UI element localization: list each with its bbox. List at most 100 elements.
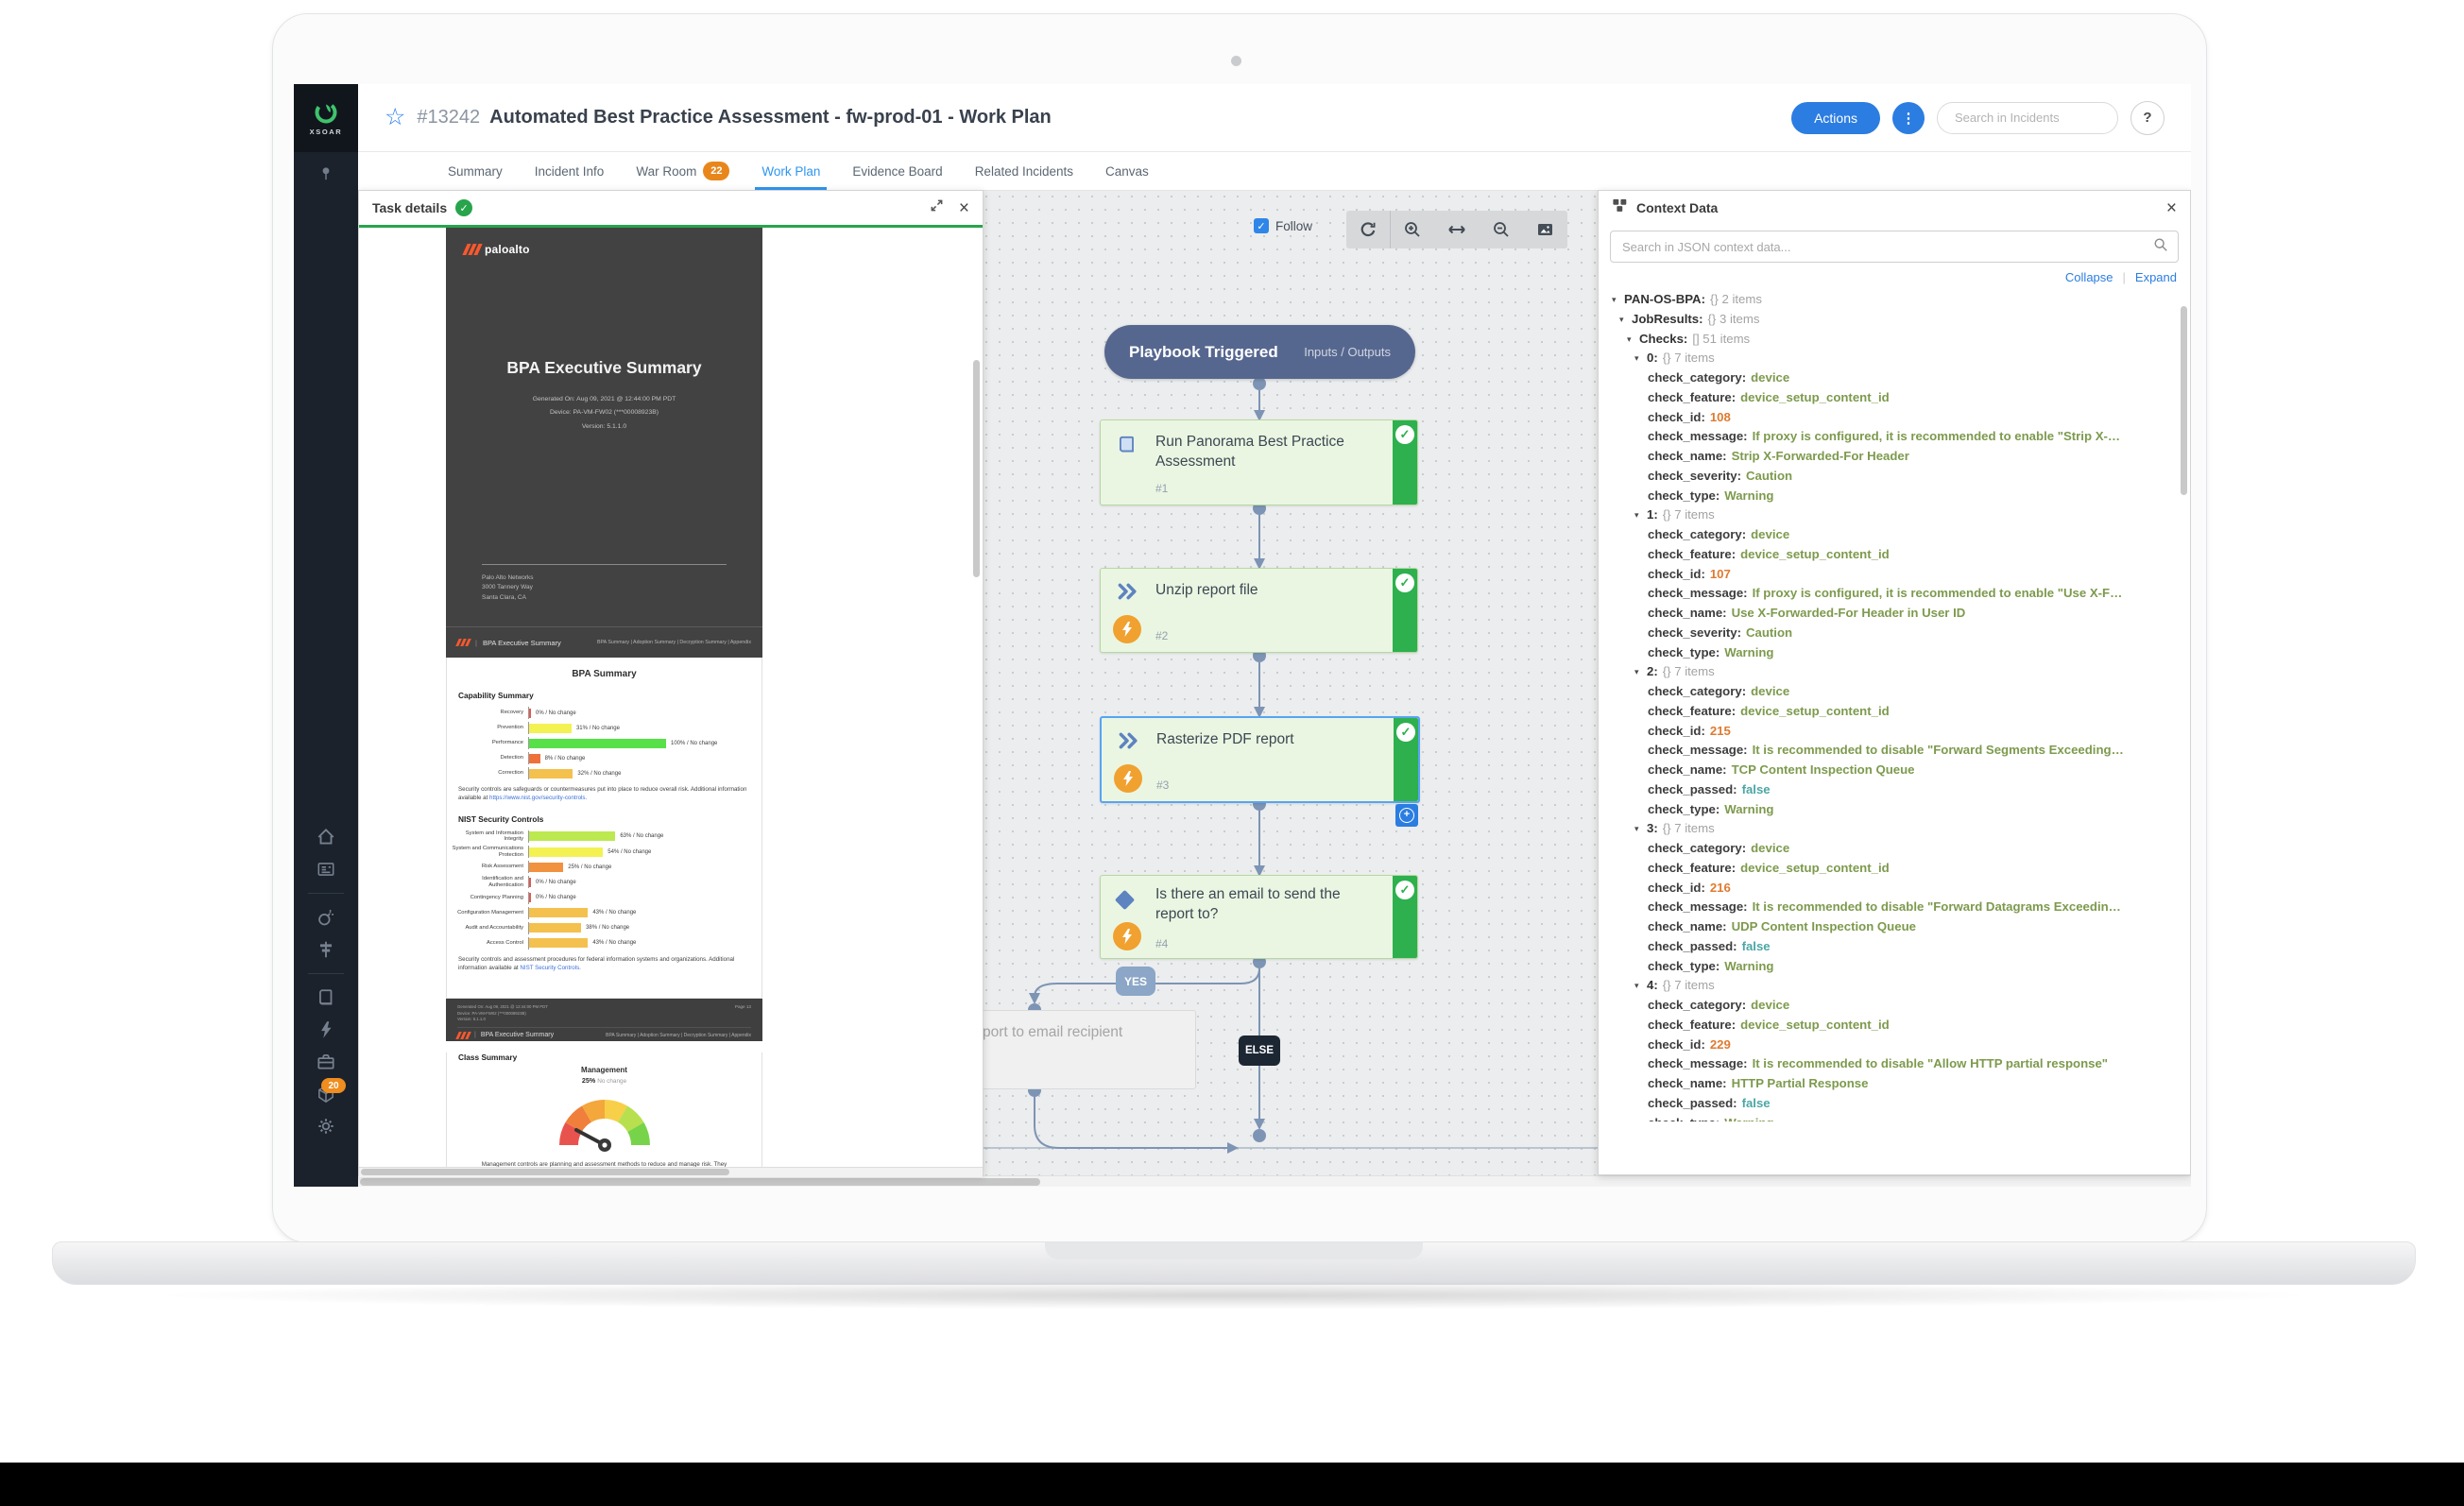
tree-field: check_feature: device_setup_content_id [1648,1017,1890,1032]
expand-link[interactable]: Expand [2135,270,2177,284]
more-menu-button[interactable]: ⋮ [1892,101,1925,134]
branch-label-else[interactable]: ELSE [1239,1035,1280,1066]
follow-toggle[interactable]: ✓ Follow [1254,218,1312,233]
tab-summary[interactable]: Summary [432,152,519,190]
bar-row: Risk Assessment 25% / No change [447,861,761,874]
tab-work-plan[interactable]: Work Plan [745,152,836,190]
sidebar-incidents-bomb-icon[interactable] [316,907,336,928]
bar-row: System and Information Integrity 63% / No… [447,830,761,843]
context-search-input[interactable] [1620,238,2153,255]
sidebar-home-icon[interactable] [316,827,336,847]
sidebar-threat-signpost-icon[interactable] [316,939,336,960]
search-input[interactable] [1953,110,2102,126]
help-button[interactable]: ? [2130,100,2165,135]
tab-related-incidents[interactable]: Related Incidents [959,152,1089,190]
zoom-out-icon[interactable] [1480,211,1524,248]
capability-link[interactable]: https://www.nist.gov/security-controls. [489,795,587,801]
tree-field: check_category: device [1648,841,1790,855]
tree-node[interactable]: ▾ Checks:[] 51 items [1599,330,2190,350]
condition-node-4[interactable]: Is there an email to send the report to?… [1100,875,1418,959]
sidebar-dashboard-icon[interactable] [316,859,336,880]
chevrons-icon [1117,732,1138,754]
task-node-1[interactable]: Run Panorama Best Practice Assessment #1… [1100,419,1418,505]
completed-check-icon: ✓ [1395,573,1414,592]
completed-check-icon: ✓ [1396,723,1415,742]
trigger-inputs-outputs-link[interactable]: Inputs / Outputs [1304,345,1391,359]
xsoar-logo[interactable]: XSOAR [294,84,358,152]
sidebar-divider [308,973,344,974]
tab-incident-info[interactable]: Incident Info [519,152,621,190]
task-node-2[interactable]: Unzip report file #2 ✓ [1100,568,1418,653]
task-number: #2 [1155,629,1169,642]
add-task-badge[interactable]: + [1395,804,1418,827]
panel-title: Context Data [1636,200,1719,215]
tree-node[interactable]: ▾ JobResults:{} 3 items [1599,310,2190,330]
follow-checkbox[interactable]: ✓ [1254,218,1269,233]
zoom-in-icon[interactable] [1391,211,1435,248]
bar-row: Access Control 43% / No change [447,936,761,950]
bar-row: Audit and Accountability 38% / No change [447,921,761,934]
tree-field: check_severity: Caution [1648,625,1793,640]
task-status-strip: ✓ [1393,876,1417,958]
bar-row: Detection 8% / No change [447,752,761,764]
capability-caption: Security controls are safeguards or coun… [458,786,747,802]
sidebar-automation-bolt-icon[interactable] [316,1019,336,1040]
context-search[interactable] [1610,231,2179,263]
sidebar-settings-gear-icon[interactable] [316,1116,336,1137]
tree-field: check_message: It is recommended to disab… [1648,743,2124,758]
tree-field: check_passed: false [1648,938,1771,953]
tab-war-room[interactable]: War Room 22 [620,152,745,190]
management-caption: Management controls are planning and ass… [481,1161,727,1167]
fit-width-icon[interactable] [1435,211,1480,248]
branch-label-yes[interactable]: YES [1116,967,1155,996]
nist-link[interactable]: NIST Security Controls. [520,965,581,971]
tree-field: check_feature: device_setup_content_id [1648,389,1890,404]
tab-evidence-board[interactable]: Evidence Board [836,152,958,190]
vertical-scrollbar[interactable] [973,360,980,577]
bottom-band [0,1463,2464,1506]
pdf-cover-page: paloalto BPA Executive Summary Generated… [446,228,762,658]
sidebar-marketplace-cube-icon[interactable]: 20 [316,1078,346,1104]
tree-field: check_category: device [1648,527,1790,541]
expand-panel-icon[interactable] [930,198,944,217]
tree-field: check_passed: false [1648,781,1771,796]
laptop-frame: XSOAR 20 ☆ #13242 Automated Best Practic… [272,13,2207,1243]
bar-row: Recovery 0% / No change [447,707,761,719]
page-title: Automated Best Practice Assessment - fw-… [489,107,1052,128]
tree-node[interactable]: ▾ 1:{} 7 items [1599,505,2190,525]
sidebar-jobs-briefcase-icon[interactable] [316,1052,336,1072]
tree-field: check_feature: device_setup_content_id [1648,860,1890,875]
tree-field: check_category: device [1648,684,1790,698]
search-icon [2153,237,2168,257]
refresh-icon[interactable] [1346,211,1391,248]
export-image-icon[interactable] [1523,211,1567,248]
tree-node[interactable]: ▾ PAN-OS-BPA:{} 2 items [1599,290,2190,310]
completed-check-icon: ✓ [1395,881,1414,899]
tree-node[interactable]: ▾ 3:{} 7 items [1599,819,2190,839]
tree-field: check_message: It is recommended to disab… [1648,899,2121,915]
tab-canvas[interactable]: Canvas [1089,152,1165,190]
horizontal-scrollbar[interactable] [359,1167,983,1177]
tree-field: check_type:Warning [1648,644,1774,659]
collapse-link[interactable]: Collapse [2065,270,2113,284]
pdf-preview[interactable]: paloalto BPA Executive Summary Generated… [359,228,983,1167]
incident-search[interactable] [1937,101,2118,134]
tree-node[interactable]: ▾ 4:{} 7 items [1599,976,2190,996]
task-title: Run Panorama Best Practice Assessment [1155,434,1344,470]
sidebar-divider [308,893,344,894]
playbook-trigger-node[interactable]: Playbook Triggered Inputs / Outputs [1104,325,1415,379]
sidebar-playbooks-book-icon[interactable] [316,987,336,1008]
tree-field: check_passed: false [1648,1095,1771,1110]
task-node-3[interactable]: Rasterize PDF report #3 ✓ + [1100,716,1420,827]
close-panel-icon[interactable]: × [959,199,969,217]
bar-row: Identification and Authentication 0% / No… [447,876,761,889]
close-panel-icon[interactable]: × [2166,199,2177,217]
laptop-camera-dot [1231,56,1241,66]
favorite-star-icon[interactable]: ☆ [385,106,405,129]
tree-node[interactable]: ▾ 2:{} 7 items [1599,662,2190,682]
tree-field: check_severity: Caution [1648,468,1793,483]
actions-button[interactable]: Actions [1791,101,1880,134]
tree-node[interactable]: ▾ 0:{} 7 items [1599,349,2190,368]
pin-icon[interactable] [294,165,358,182]
vertical-scrollbar[interactable] [2181,306,2187,495]
